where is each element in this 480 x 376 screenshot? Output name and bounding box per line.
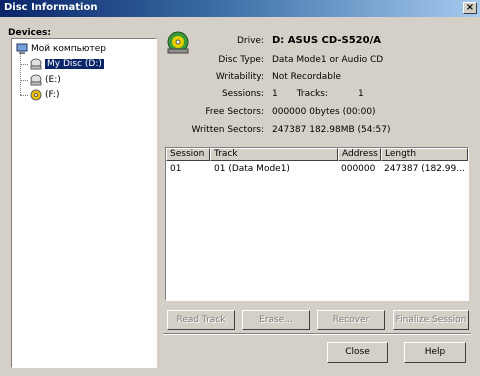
tree-line: [20, 64, 28, 65]
tracks-label: Tracks:: [296, 89, 328, 99]
recover-button[interactable]: Recover: [317, 310, 385, 330]
writability-label: Writability:: [215, 72, 264, 82]
tree-item-my-computer[interactable]: Мой компьютер: [16, 43, 106, 55]
free-sectors-value: 000000 0bytes (00:00): [272, 107, 376, 117]
disc-information-window: Disc Information × Devices: Мой компьюте…: [0, 0, 480, 376]
help-button[interactable]: Help: [404, 342, 466, 363]
cell-track: 01 (Data Mode1): [214, 164, 290, 174]
tree-item-e[interactable]: (E:): [30, 74, 61, 86]
tree-line: [20, 53, 21, 95]
computer-icon: [16, 43, 28, 54]
written-sectors-value: 247387 182.98MB (54:57): [272, 125, 391, 135]
device-tree[interactable]: Мой компьютер My Disc (D:) (E:) (F:): [11, 38, 157, 368]
tree-item-my-disc[interactable]: My Disc (D:): [30, 58, 104, 70]
free-sectors-label: Free Sectors:: [205, 107, 264, 117]
tree-item-label: Мой компьютер: [31, 44, 106, 54]
title-bar[interactable]: Disc Information ×: [0, 0, 480, 17]
tree-line: [20, 95, 28, 96]
read-track-button[interactable]: Read Track: [167, 310, 235, 330]
devices-label: Devices:: [8, 28, 51, 38]
dvd-drive-icon: [30, 89, 42, 101]
cell-length: 247387 (182.99...: [384, 164, 465, 174]
tracks-value: 1: [358, 89, 364, 99]
column-header-length[interactable]: Length: [381, 148, 468, 161]
drive-value: D: ASUS CD-S520/A: [272, 35, 381, 46]
tree-line: [20, 80, 28, 81]
tree-item-f[interactable]: (F:): [30, 89, 60, 101]
disc-type-label: Disc Type:: [218, 55, 264, 65]
close-icon: ×: [465, 2, 475, 13]
window-title: Disc Information: [4, 2, 98, 13]
erase-button[interactable]: Erase...: [242, 310, 310, 330]
cell-session: 01: [170, 164, 182, 174]
finalize-session-button[interactable]: Finalize Session: [393, 310, 469, 330]
separator: [163, 333, 471, 335]
tree-item-label: My Disc (D:): [45, 59, 104, 69]
cd-drive-icon: [30, 58, 42, 70]
disc-type-value: Data Mode1 or Audio CD: [272, 55, 384, 65]
tree-item-label: (E:): [45, 75, 61, 85]
writability-value: Not Recordable: [272, 72, 341, 82]
written-sectors-label: Written Sectors:: [191, 125, 264, 135]
tree-item-label: (F:): [45, 90, 60, 100]
cd-drive-icon: [30, 74, 42, 86]
close-button[interactable]: Close: [327, 342, 388, 363]
column-header-track[interactable]: Track: [210, 148, 338, 161]
close-window-button[interactable]: ×: [463, 2, 477, 14]
cell-address: 000000: [341, 164, 376, 174]
column-header-session[interactable]: Session: [166, 148, 210, 161]
column-header-address[interactable]: Address: [338, 148, 381, 161]
drive-label: Drive:: [236, 36, 264, 46]
track-list[interactable]: Session Track Address Length 01 01 (Data…: [165, 147, 469, 301]
